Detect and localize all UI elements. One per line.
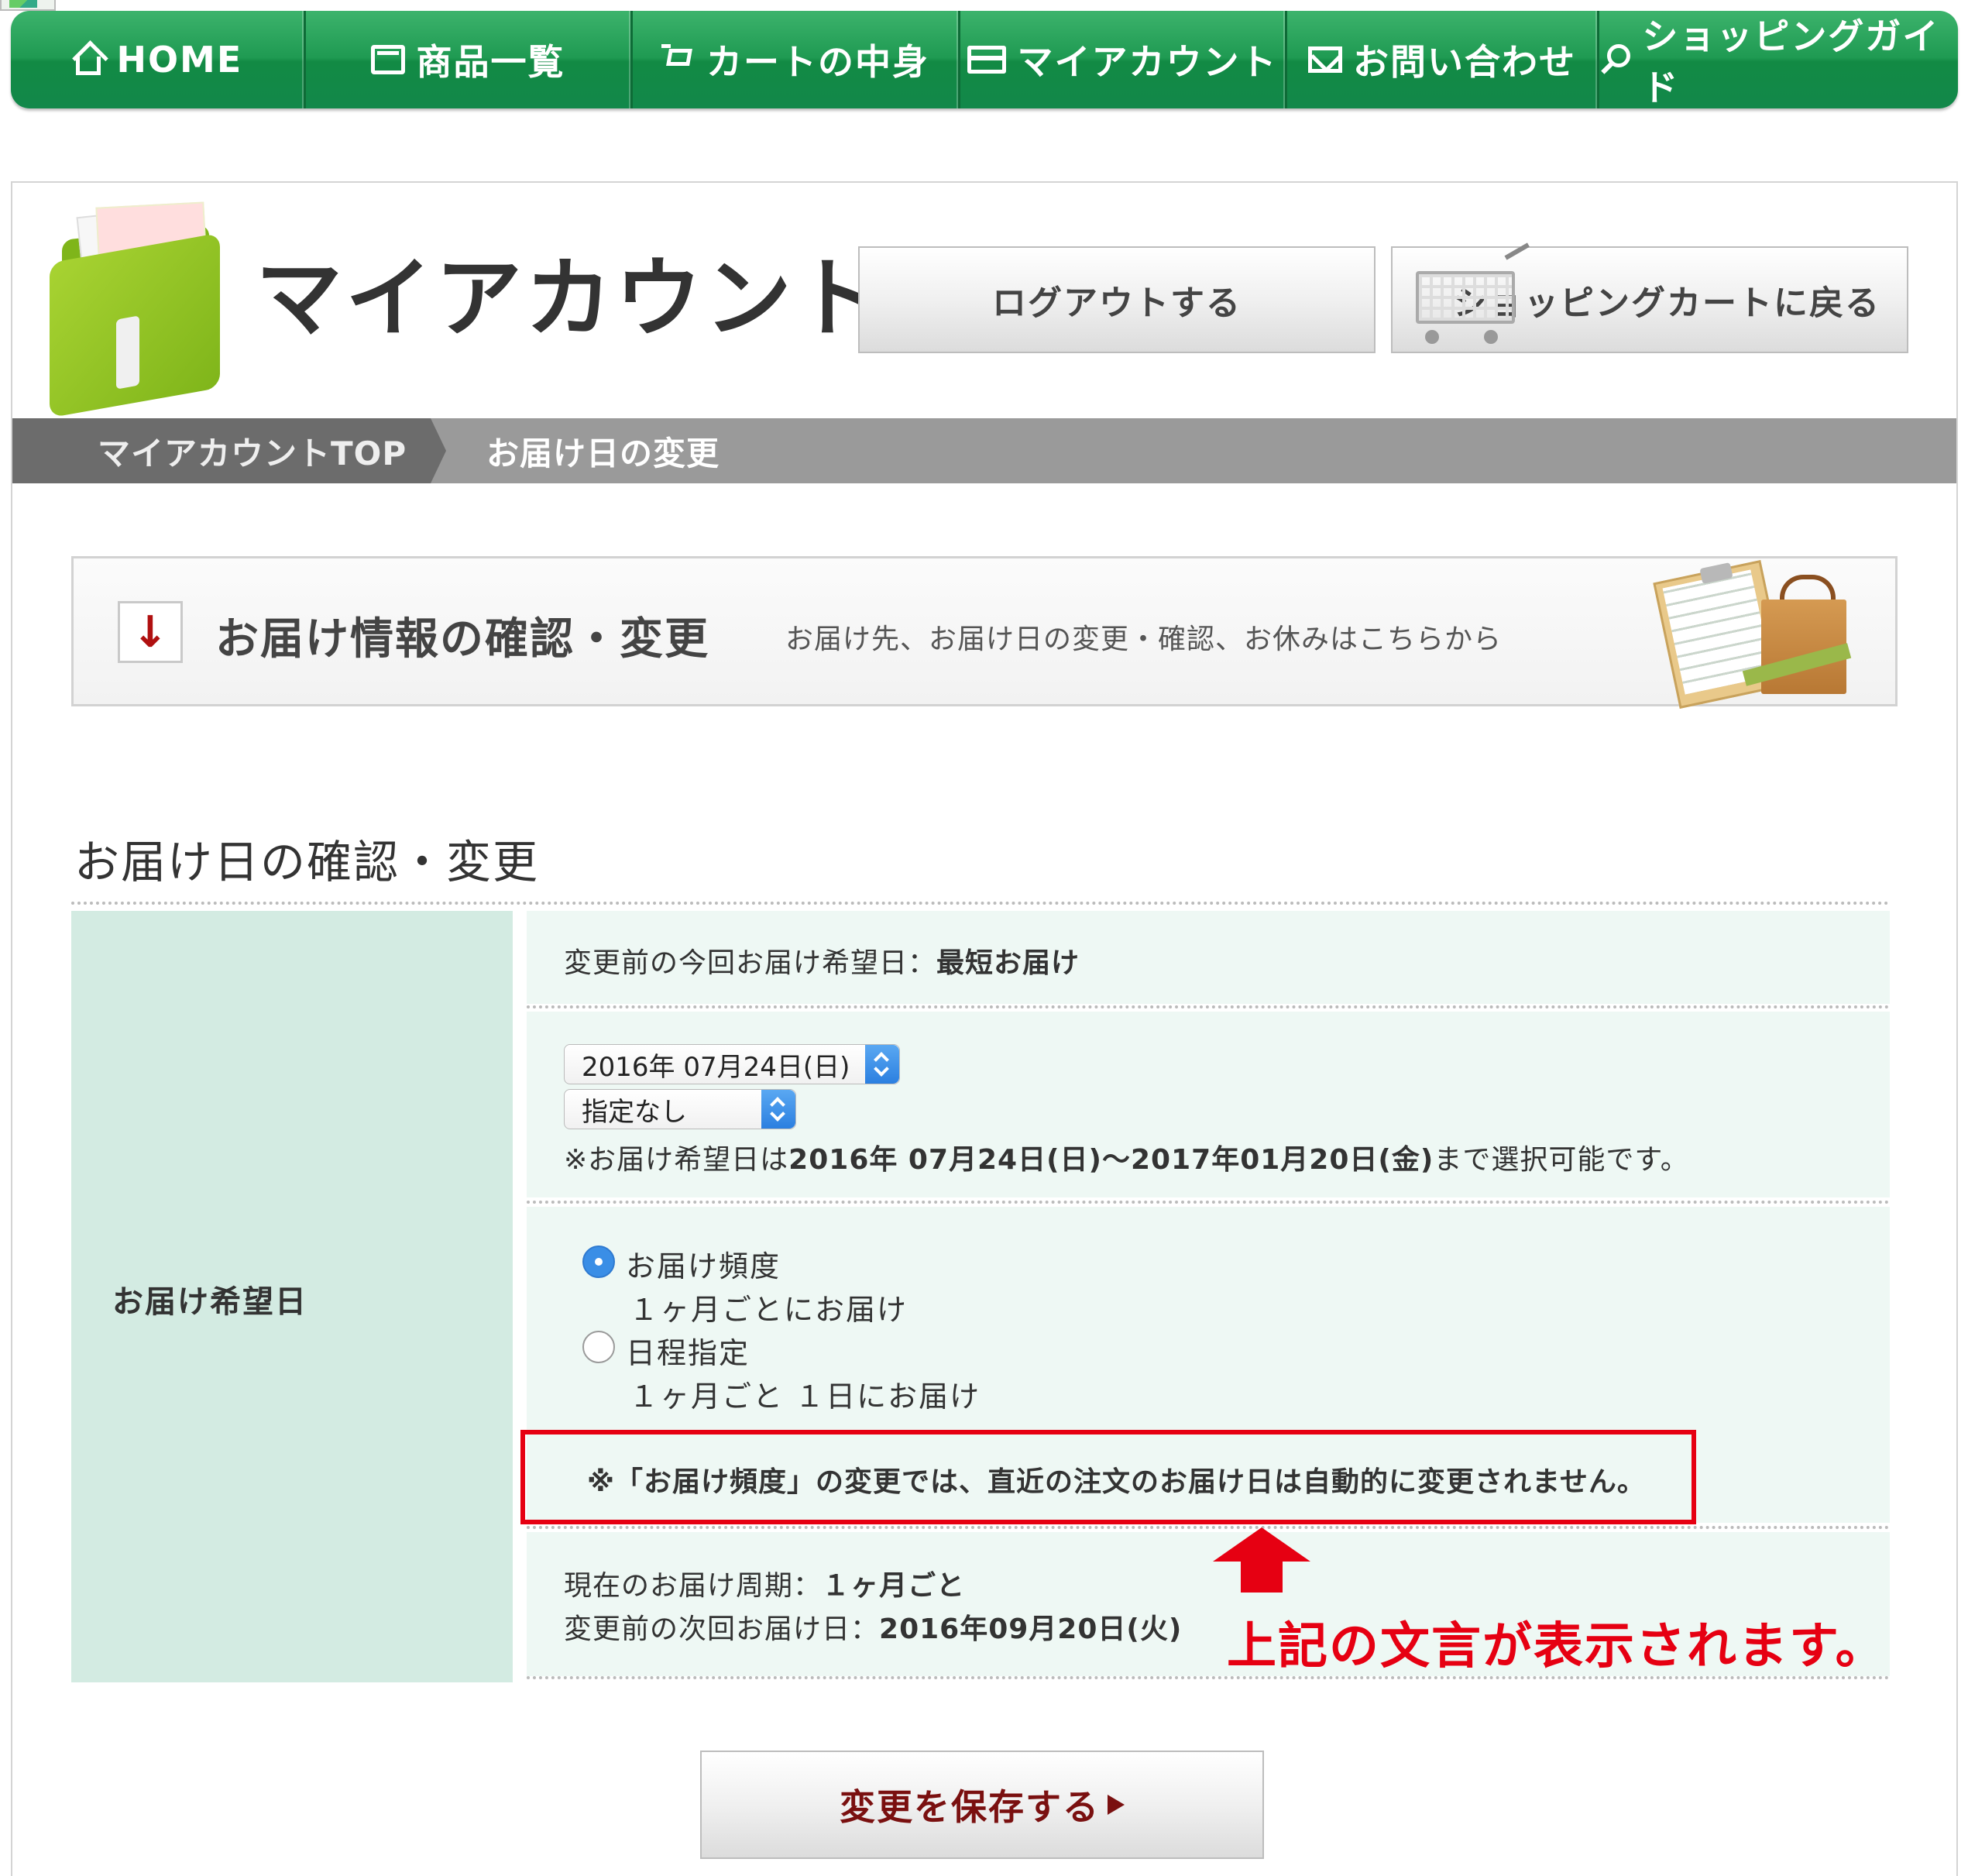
prev-delivery-date: 変更前の今回お届け希望日：最短お届け <box>564 940 1080 981</box>
divider <box>527 1201 1890 1204</box>
nav-label: 商品一覧 <box>416 41 565 83</box>
divider <box>527 1526 1890 1529</box>
logout-label: ログアウトする <box>992 283 1242 323</box>
banner-subtitle: お届け先、お届け日の変更・確認、お休みはこちらから <box>785 624 1503 655</box>
nav-shopping-guide[interactable]: ショッピングガイド <box>1599 11 1958 108</box>
delivery-date-select[interactable]: 2016年 07月24日(日) <box>564 1044 900 1084</box>
search-icon <box>1599 43 1632 77</box>
card-icon <box>967 46 1007 74</box>
date-note-suffix: まで選択可能です。 <box>1434 1144 1689 1176</box>
home-icon <box>71 43 105 77</box>
radio-date-specify-label[interactable]: 日程指定 <box>626 1329 750 1372</box>
annotation-text: 上記の文言が表示されます。 <box>1227 1618 1887 1675</box>
date-note-prefix: ※お届け希望日は <box>564 1144 789 1176</box>
select-arrows-icon <box>761 1090 795 1129</box>
nav-label: HOME <box>116 39 243 81</box>
save-label: 変更を保存する <box>840 1786 1100 1828</box>
save-button[interactable]: 変更を保存する <box>700 1751 1264 1859</box>
date-specify-detail: １ヶ月ごと １日にお届け <box>629 1380 981 1414</box>
radio-frequency-label[interactable]: お届け頻度 <box>626 1242 781 1285</box>
current-cycle: 現在のお届け周期：１ヶ月ごと <box>564 1563 965 1603</box>
nav-label: お問い合わせ <box>1352 41 1576 83</box>
radio-date-specify[interactable] <box>582 1331 615 1363</box>
play-arrow-icon <box>1108 1795 1125 1815</box>
nav-label: カートの中身 <box>706 41 929 83</box>
cart-icon <box>661 43 695 77</box>
notice-text: ※「お届け頻度」の変更では、直近の注文のお届け日は自動的に変更されません。 <box>587 1466 1646 1498</box>
select-arrows-icon <box>865 1045 899 1084</box>
radio-frequency[interactable] <box>582 1246 615 1278</box>
arrow-down-icon: ↓ <box>118 601 183 663</box>
nav-contact[interactable]: お問い合わせ <box>1287 11 1599 108</box>
clipboard-bag-icon <box>1653 559 1874 709</box>
nav-label: マイアカウント <box>1017 41 1278 83</box>
frequency-detail: １ヶ月ごとにお届け <box>629 1293 908 1327</box>
next-value: 2016年09月20日(火) <box>879 1613 1183 1645</box>
nav-products[interactable]: 商品一覧 <box>306 11 634 108</box>
nav-home[interactable]: HOME <box>11 11 306 108</box>
form-label: お届け希望日 <box>112 1284 307 1320</box>
cycle-value: １ヶ月ごと <box>822 1570 966 1602</box>
nav-my-account[interactable]: マイアカウント <box>960 11 1288 108</box>
form-heading: お届け日の確認・変更 <box>74 836 540 888</box>
divider <box>71 902 1890 905</box>
next-label: 変更前の次回お届け日： <box>564 1613 880 1645</box>
date-range-note: ※お届け希望日は2016年 07月24日(日)〜2017年01月20日(金)まで… <box>564 1137 1689 1177</box>
breadcrumb-current: お届け日の変更 <box>486 434 720 472</box>
prev-date-value: 最短お届け <box>936 947 1080 979</box>
date-note-range: 2016年 07月24日(日)〜2017年01月20日(金) <box>788 1144 1434 1176</box>
prev-date-label: 変更前の今回お届け希望日： <box>564 947 937 979</box>
next-delivery-date: 変更前の次回お届け日：2016年09月20日(火) <box>564 1606 1182 1647</box>
logout-button[interactable]: ログアウトする <box>858 246 1376 353</box>
delivery-time-select[interactable]: 指定なし <box>564 1089 796 1129</box>
date-select-value: 2016年 07月24日(日) <box>582 1051 850 1083</box>
broken-image-icon <box>0 0 56 11</box>
breadcrumb-label: マイアカウントTOP <box>98 434 407 472</box>
banner-title: お届け情報の確認・変更 <box>215 614 709 665</box>
cycle-label: 現在のお届け周期： <box>564 1570 823 1602</box>
page-title: マイアカウント <box>256 249 884 349</box>
nav-cart[interactable]: カートの中身 <box>633 11 960 108</box>
mail-icon <box>1307 46 1342 73</box>
arrow-up-icon <box>1213 1527 1310 1593</box>
folder-tab <box>116 315 139 390</box>
global-nav: HOME 商品一覧 カートの中身 マイアカウント お問い合わせ ショッピングガイ… <box>11 11 1958 108</box>
shopping-cart-icon <box>1406 242 1554 347</box>
nav-label: ショッピングガイド <box>1642 15 1940 108</box>
list-icon <box>371 45 406 74</box>
time-select-value: 指定なし <box>582 1096 687 1128</box>
breadcrumb-my-account-top[interactable]: マイアカウントTOP <box>12 418 446 483</box>
divider <box>527 1005 1890 1008</box>
